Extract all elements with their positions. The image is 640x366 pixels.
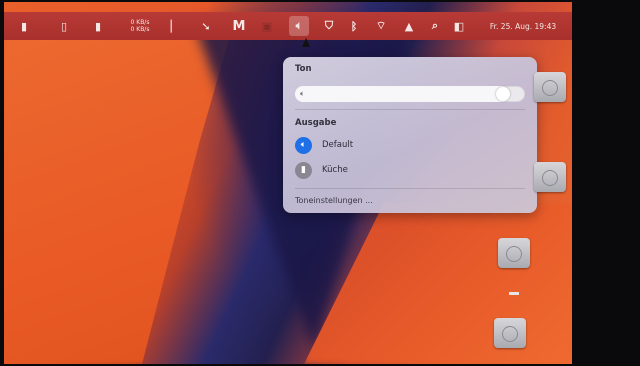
device-label: Default: [322, 140, 354, 150]
sound-icon[interactable]: 🔈︎: [289, 16, 309, 36]
desktop-drive-icon[interactable]: [498, 238, 530, 268]
desktop-drive-icon[interactable]: [494, 318, 526, 348]
mouse-cursor: [302, 38, 310, 47]
menu-clock[interactable]: Fr. 25. Aug. 19:43: [478, 16, 568, 36]
battery-icon[interactable]: ▮: [92, 16, 104, 36]
output-device-default[interactable]: 🔈︎ Default: [295, 136, 353, 154]
output-title: Ausgabe: [295, 118, 337, 128]
volume-speaker-icon: 🔈︎: [300, 89, 305, 98]
homepod-icon: ▮: [295, 161, 312, 179]
sound-settings-link[interactable]: Toneinstellungen ...: [295, 196, 373, 205]
search-icon[interactable]: ⌕: [428, 16, 442, 36]
divider: [295, 188, 525, 189]
wifi-icon[interactable]: ⌔: [373, 16, 389, 36]
control-center-icon[interactable]: ◧: [452, 16, 466, 36]
bluetooth-icon[interactable]: ᛒ: [348, 16, 360, 36]
divider: [295, 109, 525, 110]
malwarebytes-icon[interactable]: M: [230, 16, 248, 36]
network-stats[interactable]: 0 KB/s 0 KB/s: [119, 16, 161, 36]
volume-slider[interactable]: 🔈︎: [295, 86, 525, 102]
desktop-drive-icon[interactable]: [534, 162, 566, 192]
menu-bar: ▮ ▯ ▮ 0 KB/s 0 KB/s ▏ ➘ M ▣ 🔈︎ ⛉ ᛒ ⌔ ▲ ⌕…: [4, 12, 572, 40]
volume-knob[interactable]: [496, 87, 510, 101]
cpu-icon[interactable]: ▮: [18, 16, 30, 36]
output-device-kueche[interactable]: ▮ Küche: [295, 161, 348, 179]
netstat-upload: 0 KB/s: [130, 19, 150, 26]
sound-title: Ton: [295, 64, 312, 74]
desktop: ▮ ▯ ▮ 0 KB/s 0 KB/s ▏ ➘ M ▣ 🔈︎ ⛉ ᛒ ⌔ ▲ ⌕…: [4, 2, 572, 364]
chart-icon[interactable]: ▏: [170, 16, 180, 36]
netstat-download: 0 KB/s: [130, 26, 150, 33]
volume-fill: [295, 86, 510, 102]
app-icon[interactable]: ➘: [197, 16, 215, 36]
sound-popup: Ton 🔈︎ Ausgabe 🔈︎ Default ▮ Küche Tonein…: [283, 57, 537, 213]
airplay-icon[interactable]: ▲: [402, 16, 416, 36]
speaker-icon: 🔈︎: [295, 136, 312, 154]
device-label: Küche: [322, 165, 348, 175]
desktop-drive-icon[interactable]: [534, 72, 566, 102]
drive-label-placeholder: [509, 292, 519, 295]
app-box-icon[interactable]: ▣: [259, 16, 275, 36]
shield-icon[interactable]: ⛉: [322, 16, 336, 36]
memory-icon[interactable]: ▯: [58, 16, 70, 36]
